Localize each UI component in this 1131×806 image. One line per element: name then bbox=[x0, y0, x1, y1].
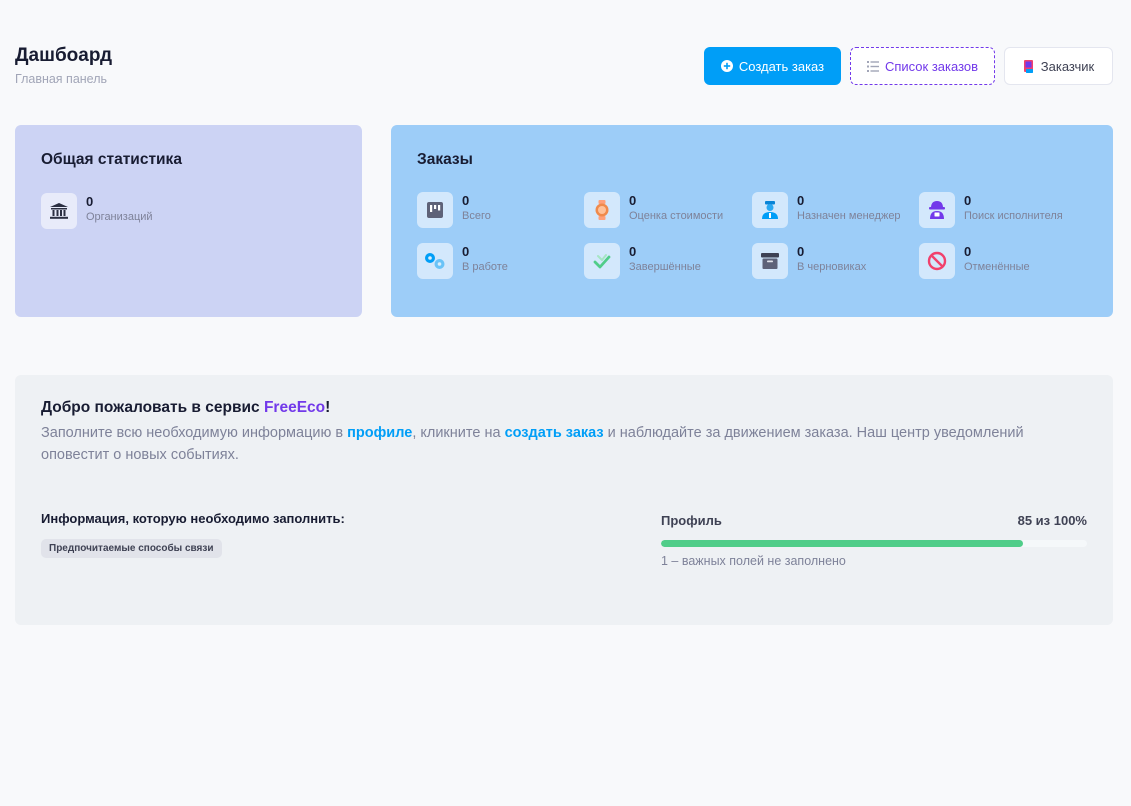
orders-title: Заказы bbox=[417, 151, 473, 168]
orders-completed-stat[interactable]: 0 Завершённые bbox=[584, 243, 701, 279]
customer-label: Заказчик bbox=[1040, 58, 1095, 74]
orders-in-work-stat[interactable]: 0 В работе bbox=[417, 243, 508, 279]
check-icon bbox=[584, 243, 620, 279]
orders-cancelled-label: Отменённые bbox=[964, 261, 1030, 273]
welcome-title-suffix: ! bbox=[325, 399, 331, 416]
organizations-stat: 0 Организаций bbox=[41, 193, 153, 229]
orders-estimate-stat[interactable]: 0 Оценка стоимости bbox=[584, 192, 723, 228]
cancel-icon bbox=[919, 243, 955, 279]
orders-estimate-value: 0 bbox=[629, 193, 637, 208]
orders-search-stat[interactable]: 0 Поиск исполнителя bbox=[919, 192, 1063, 228]
general-stats-title: Общая статистика bbox=[41, 151, 182, 168]
plus-circle-icon bbox=[720, 60, 733, 72]
profile-progress-value: 85 из 100% bbox=[1017, 513, 1087, 528]
orders-completed-value: 0 bbox=[629, 244, 637, 259]
bank-icon bbox=[41, 193, 77, 229]
brand-name: FreeEco bbox=[263, 399, 326, 416]
create-order-label: Создать заказ bbox=[738, 58, 825, 74]
orders-total-stat[interactable]: 0 Всего bbox=[417, 192, 491, 228]
organizations-value: 0 bbox=[86, 194, 94, 209]
profile-progress-fill bbox=[661, 540, 1024, 547]
manager-icon bbox=[752, 192, 788, 228]
orders-drafts-stat[interactable]: 0 В черновиках bbox=[752, 243, 866, 279]
profile-progress-label: Профиль bbox=[661, 513, 722, 528]
welcome-text-part-2: , кликните на bbox=[412, 425, 505, 441]
orders-manager-label: Назначен менеджер bbox=[797, 210, 901, 222]
welcome-text-part-1: Заполните всю необходимую информацию в bbox=[41, 425, 348, 441]
dashboard-page: Дашбоард Главная панель Создать заказ Сп… bbox=[0, 0, 1131, 806]
orders-completed-label: Завершённые bbox=[629, 261, 701, 273]
orders-manager-stat[interactable]: 0 Назначен менеджер bbox=[752, 192, 901, 228]
archive-icon bbox=[752, 243, 788, 279]
orders-cancelled-stat[interactable]: 0 Отменённые bbox=[919, 243, 1030, 279]
profile-link[interactable]: профиле bbox=[347, 425, 412, 441]
welcome-card: Добро пожаловать в сервис FreeEco! Запол… bbox=[15, 375, 1113, 625]
orders-list-label: Список заказов bbox=[884, 58, 979, 74]
required-info-title: Информация, которую необходимо заполнить… bbox=[41, 511, 345, 526]
orders-in-work-label: В работе bbox=[462, 261, 508, 273]
orders-total-value: 0 bbox=[462, 193, 470, 208]
list-icon bbox=[866, 60, 879, 72]
create-order-link[interactable]: создать заказ bbox=[505, 425, 604, 441]
welcome-text: Заполните всю необходимую информацию в п… bbox=[41, 422, 1071, 466]
customer-book-icon bbox=[1023, 59, 1035, 73]
profile-progress-note: 1 – важных полей не заполнено bbox=[661, 554, 846, 568]
welcome-title-prefix: Добро пожаловать в сервис bbox=[41, 399, 264, 416]
gears-icon bbox=[417, 243, 453, 279]
profile-progress-bar bbox=[661, 540, 1087, 547]
welcome-title: Добро пожаловать в сервис FreeEco! bbox=[41, 399, 330, 417]
general-stats-card: Общая статистика 0 Организаций bbox=[15, 125, 362, 317]
orders-in-work-value: 0 bbox=[462, 244, 470, 259]
page-subtitle: Главная панель bbox=[15, 72, 108, 86]
board-icon bbox=[417, 192, 453, 228]
page-title: Дашбоард bbox=[15, 45, 113, 66]
incognito-icon bbox=[919, 192, 955, 228]
orders-estimate-label: Оценка стоимости bbox=[629, 210, 724, 222]
orders-card: Заказы 0 Всего 0 Оценка стоимости 0 Назн… bbox=[391, 125, 1113, 317]
orders-cancelled-value: 0 bbox=[964, 244, 972, 259]
create-order-button[interactable]: Создать заказ bbox=[704, 47, 841, 85]
orders-list-button[interactable]: Список заказов bbox=[850, 47, 995, 85]
orders-drafts-value: 0 bbox=[797, 244, 805, 259]
watch-icon bbox=[584, 192, 620, 228]
orders-search-value: 0 bbox=[964, 193, 972, 208]
customer-button[interactable]: Заказчик bbox=[1004, 47, 1113, 85]
missing-field-badge: Предпочитаемые способы связи bbox=[41, 539, 222, 558]
orders-drafts-label: В черновиках bbox=[797, 261, 867, 273]
orders-search-label: Поиск исполнителя bbox=[964, 210, 1063, 222]
orders-manager-value: 0 bbox=[797, 193, 805, 208]
orders-total-label: Всего bbox=[462, 210, 491, 222]
organizations-label: Организаций bbox=[86, 211, 153, 223]
